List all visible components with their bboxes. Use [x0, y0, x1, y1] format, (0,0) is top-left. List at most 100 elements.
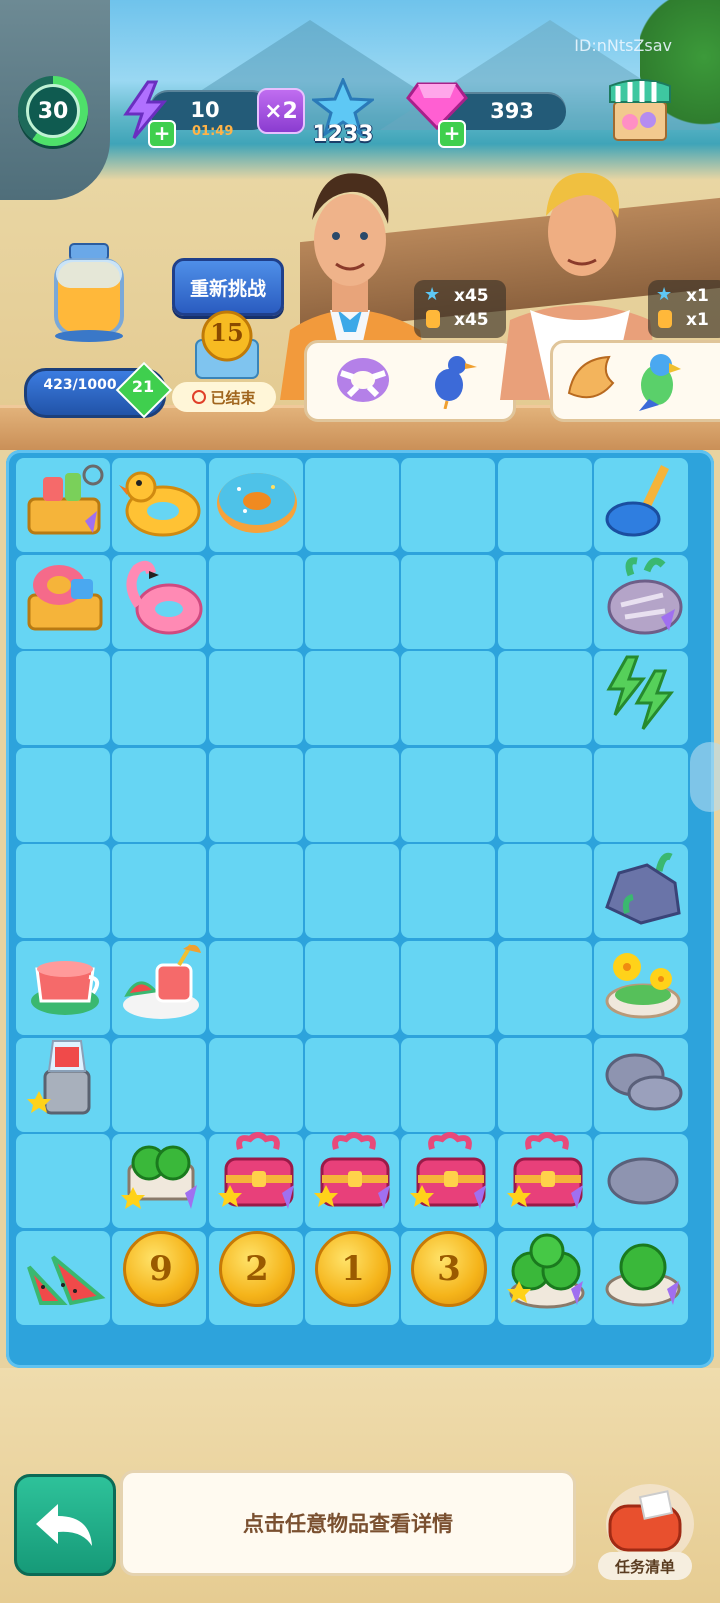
jar-level-number: 21 [131, 377, 155, 396]
stones-item[interactable] [598, 1032, 688, 1122]
board-cell[interactable] [16, 651, 110, 746]
donut-float-icon [217, 473, 297, 533]
board-cell[interactable] [16, 747, 110, 842]
board-cell[interactable] [112, 747, 207, 842]
watermelon-plate-item[interactable] [598, 1224, 688, 1314]
board-cell[interactable] [208, 941, 303, 1035]
board-cell[interactable] [208, 747, 303, 842]
shop-icon[interactable] [608, 76, 672, 142]
board-cell[interactable] [497, 747, 592, 842]
watermelon-slices-item[interactable] [20, 1224, 110, 1314]
board-cell[interactable] [208, 844, 303, 939]
board-cell[interactable] [593, 747, 688, 842]
board-cell[interactable] [401, 554, 496, 649]
shovel-item[interactable] [598, 456, 688, 546]
retry-challenge-button[interactable]: 重新挑战 [172, 258, 284, 316]
back-arrow-icon [36, 1504, 92, 1546]
board-cell[interactable] [304, 747, 399, 842]
back-button[interactable] [14, 1474, 116, 1576]
board-cell[interactable] [497, 458, 592, 552]
board-cell[interactable] [304, 651, 399, 746]
coin-item[interactable]: 1 [308, 1224, 398, 1314]
board-cell[interactable] [304, 458, 399, 552]
board-cell[interactable] [208, 554, 303, 649]
blender-item[interactable] [20, 1032, 110, 1122]
order-card-2[interactable] [550, 340, 720, 422]
rock-coral-icon [605, 852, 681, 925]
shovel-icon [605, 465, 669, 537]
watermelon-pile-item[interactable] [500, 1224, 590, 1314]
parrot-icon [639, 354, 681, 411]
coin-item[interactable]: 9 [116, 1224, 206, 1314]
treasure-chest-item[interactable] [309, 1128, 399, 1218]
board-cell[interactable] [112, 844, 207, 939]
star-icon: ★ [424, 284, 441, 305]
board-cell[interactable] [497, 941, 592, 1035]
board-cell[interactable] [304, 1037, 399, 1132]
juice-cup-item[interactable] [20, 936, 110, 1026]
multiplier-button[interactable]: ×2 [257, 88, 305, 134]
coral-rock-item[interactable] [598, 552, 688, 642]
treasure-chest-item[interactable] [502, 1128, 592, 1218]
coral-rock-icon [607, 557, 683, 635]
board-cell[interactable] [208, 1037, 303, 1132]
flamingo-float-icon [126, 560, 203, 635]
jar-progress-text: 423/1000 [43, 377, 117, 393]
hint-box: 点击任意物品查看详情 [120, 1470, 576, 1576]
duck-float-item[interactable] [116, 456, 206, 546]
task-list-button[interactable]: 任务清单 [598, 1552, 692, 1580]
treasure-chest-item[interactable] [213, 1128, 303, 1218]
treasure-chest-item[interactable] [405, 1128, 495, 1218]
single-stone-item[interactable] [598, 1128, 688, 1218]
board-cell[interactable] [304, 554, 399, 649]
gems-plus-button[interactable]: + [438, 120, 466, 148]
coin-value: 9 [123, 1231, 199, 1307]
energy-plus-button[interactable]: + [148, 120, 176, 148]
reward-text: x45 [454, 286, 489, 306]
level-badge[interactable]: 30 [18, 76, 88, 146]
life-ring-icon [337, 358, 389, 402]
board-cell[interactable] [16, 844, 110, 939]
donut-float-item[interactable] [212, 456, 302, 546]
picnic-basket-item[interactable] [20, 456, 110, 546]
watermelon-juice-item[interactable] [116, 936, 206, 1026]
juice-jar-icon[interactable] [48, 242, 130, 342]
energy-item[interactable] [598, 648, 688, 738]
order-card-1[interactable] [304, 340, 516, 422]
flower-plate-icon [605, 953, 681, 1019]
board-cell[interactable] [112, 651, 207, 746]
board-cell[interactable] [401, 651, 496, 746]
board-cell[interactable] [497, 844, 592, 939]
treasure-chest-icon [217, 1132, 294, 1209]
player-id: ID:nNtsZsav [574, 36, 672, 55]
jar-small-icon [658, 310, 672, 328]
coin-value: 2 [219, 1231, 295, 1307]
board-cell[interactable] [304, 941, 399, 1035]
reward-text: x45 [454, 310, 489, 330]
board-cell[interactable] [497, 651, 592, 746]
float-basket-item[interactable] [20, 552, 110, 642]
coin-item[interactable]: 2 [212, 1224, 302, 1314]
customer-2-rewards: ★ x1 x1 [648, 280, 720, 338]
board-cell[interactable] [401, 747, 496, 842]
watermelon-cart-item[interactable] [116, 1128, 206, 1218]
board-cell[interactable] [208, 651, 303, 746]
watermelon-pile-icon [507, 1233, 585, 1309]
board-cell[interactable] [497, 554, 592, 649]
coin-item[interactable]: 3 [404, 1224, 494, 1314]
side-drawer-tab[interactable] [690, 742, 720, 812]
flamingo-float-item[interactable] [116, 552, 206, 642]
board-cell[interactable] [401, 844, 496, 939]
watermelon-plate-icon [605, 1243, 681, 1307]
board-cell[interactable] [112, 1037, 207, 1132]
rock-coral-item[interactable] [598, 840, 688, 930]
juice-cup-icon [31, 961, 100, 1015]
board-cell[interactable] [304, 844, 399, 939]
flower-plate-item[interactable] [598, 936, 688, 1026]
board-cell[interactable] [16, 1134, 110, 1229]
board-cell[interactable] [401, 1037, 496, 1132]
board-cell[interactable] [401, 941, 496, 1035]
board-cell[interactable] [497, 1037, 592, 1132]
board-cell[interactable] [401, 458, 496, 552]
treasure-chest-icon [410, 1132, 487, 1209]
